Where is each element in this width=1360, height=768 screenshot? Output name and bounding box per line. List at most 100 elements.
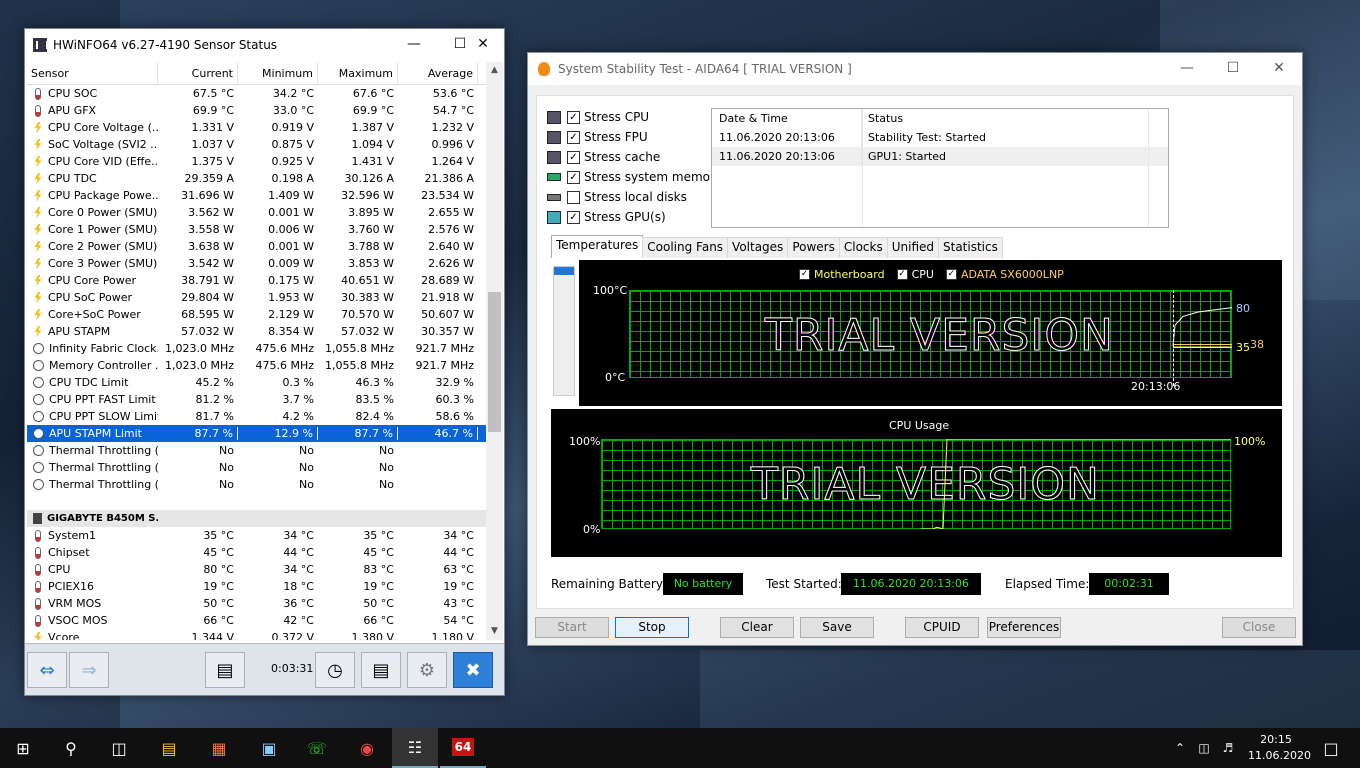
close-button[interactable]: ✕ — [460, 29, 506, 59]
checkbox[interactable]: ✓ — [567, 210, 580, 224]
laptop-icon[interactable]: ▣ — [246, 728, 292, 768]
table-row[interactable]: Core 1 Power (SMU) 3.558 W 0.006 W 3.760 W 2… — [27, 221, 487, 238]
clock-icon[interactable]: ◷ — [315, 652, 355, 688]
stress-option[interactable]: ✓ Stress cache — [547, 148, 660, 166]
tab-temperatures[interactable]: Temperatures — [551, 235, 644, 258]
start-button[interactable]: Start — [535, 617, 609, 638]
table-row[interactable]: CPU Core Voltage (... 1.331 V 0.919 V 1.387… — [27, 119, 487, 136]
table-row[interactable]: System1 35 °C 34 °C 35 °C 34 °C — [27, 527, 487, 544]
preferences-button[interactable]: Preferences — [987, 617, 1061, 638]
legend-adata[interactable]: ✓ ADATA SX6000LNP — [945, 268, 1064, 281]
table-row[interactable]: CPU PPT FAST Limit 81.2 % 3.7 % 83.5 % 60.3 … — [27, 391, 487, 408]
task-view-icon[interactable]: ◫ — [96, 728, 142, 768]
tab-statistics[interactable]: Statistics — [938, 237, 1003, 258]
file-explorer-icon[interactable]: ▤ — [146, 728, 192, 768]
stress-option[interactable]: ✓ Stress system memory — [547, 168, 722, 186]
table-row[interactable]: APU GFX 69.9 °C 33.0 °C 69.9 °C 54.7 °C — [27, 102, 487, 119]
table-row[interactable]: CPU SoC Power 29.804 W 1.953 W 30.383 W 21.9… — [27, 289, 487, 306]
table-row[interactable]: Memory Controller ... 1,023.0 MHz 475.6 MH… — [27, 357, 487, 374]
volume-icon[interactable]: ♬ — [1216, 728, 1240, 768]
hwinfo-taskbar-icon[interactable]: ☷ — [392, 728, 438, 768]
notifications-icon[interactable]: □ — [1308, 728, 1354, 768]
tab-powers[interactable]: Powers — [787, 237, 840, 258]
graph-scrollbar[interactable] — [553, 266, 575, 396]
col-sensor[interactable]: Sensor — [27, 62, 158, 85]
table-row[interactable]: Infinity Fabric Clock... 1,023.0 MHz 475.6… — [27, 340, 487, 357]
table-row[interactable]: Thermal Throttling (... No No No — [27, 476, 487, 493]
checkbox[interactable]: ✓ — [567, 110, 580, 124]
settings-gear-icon[interactable]: ⚙ — [407, 652, 447, 688]
sensor-group-row[interactable]: GIGABYTE B450M S... — [27, 510, 487, 527]
table-row[interactable]: Chipset 45 °C 44 °C 45 °C 44 °C — [27, 544, 487, 561]
table-row[interactable]: CPU SOC 67.5 °C 34.2 °C 67.6 °C 53.6 °C — [27, 85, 487, 102]
cpuid-button[interactable]: CPUID — [905, 617, 979, 638]
network-tray-icon[interactable]: ◫ — [1192, 728, 1216, 768]
col-current[interactable]: Current — [158, 62, 238, 85]
aida-close-bottom-button[interactable]: Close — [1222, 617, 1296, 638]
table-row[interactable]: VRM MOS 50 °C 36 °C 50 °C 43 °C — [27, 595, 487, 612]
stress-option[interactable]: ✓ Stress FPU — [547, 128, 648, 146]
whatsapp-icon[interactable]: ☏ — [294, 728, 340, 768]
table-row[interactable]: VSOC MOS 66 °C 42 °C 66 °C 54 °C — [27, 612, 487, 629]
table-row[interactable]: SoC Voltage (SVI2 ... 1.037 V 0.875 V 1.094… — [27, 136, 487, 153]
checkbox[interactable] — [567, 190, 580, 204]
table-row[interactable]: Thermal Throttling (... No No No — [27, 459, 487, 476]
table-row[interactable]: Core 2 Power (SMU) 3.638 W 0.001 W 3.788 W 2… — [27, 238, 487, 255]
clear-button[interactable]: Clear — [720, 617, 794, 638]
table-row[interactable]: PCIEX16 19 °C 18 °C 19 °C 19 °C — [27, 578, 487, 595]
legend-cpu[interactable]: ✓ CPU — [896, 268, 934, 281]
col-minimum[interactable]: Minimum — [238, 62, 318, 85]
aida-maximize-button[interactable]: ☐ — [1210, 53, 1256, 83]
aida64-taskbar-icon[interactable]: 64 — [440, 728, 486, 768]
table-row[interactable]: CPU PPT SLOW Limit 81.7 % 4.2 % 82.4 % 58.6 … — [27, 408, 487, 425]
close-sensors-icon[interactable]: ✖ — [453, 652, 493, 688]
scroll-down-icon[interactable]: ▼ — [486, 623, 503, 640]
sensor-scrollbar[interactable]: ▲ ▼ — [486, 62, 503, 640]
col-maximum[interactable]: Maximum — [318, 62, 398, 85]
stop-button[interactable]: Stop — [615, 617, 689, 638]
aida-minimize-button[interactable]: — — [1164, 53, 1210, 83]
tray-chevron-icon[interactable]: ⌃ — [1168, 728, 1192, 768]
legend-motherboard[interactable]: ✓ Motherboard — [799, 268, 885, 281]
stress-option[interactable]: ✓ Stress CPU — [547, 108, 649, 126]
table-row[interactable]: Core+SoC Power 68.595 W 2.129 W 70.570 W 50.… — [27, 306, 487, 323]
checkbox[interactable]: ✓ — [567, 150, 580, 164]
tray-clock[interactable]: 20:15 11.06.2020 — [1248, 732, 1311, 764]
table-row[interactable]: APU STAPM Limit 87.7 % 12.9 % 87.7 % 46.7 % — [27, 425, 487, 442]
save-button[interactable]: Save — [800, 617, 874, 638]
table-row[interactable]: CPU Core VID (Effe... 1.375 V 0.925 V 1.431… — [27, 153, 487, 170]
tab-voltages[interactable]: Voltages — [727, 237, 789, 258]
tab-clocks[interactable]: Clocks — [838, 237, 888, 258]
minimize-button[interactable]: — — [391, 29, 437, 59]
checkbox[interactable]: ✓ — [567, 170, 580, 184]
store-icon[interactable]: ▦ — [196, 728, 242, 768]
log-row[interactable]: 11.06.2020 20:13:06 GPU1: Started — [712, 147, 1168, 166]
col-average[interactable]: Average — [398, 62, 478, 85]
log-row[interactable]: 11.06.2020 20:13:06 Stability Test: Star… — [712, 128, 1168, 147]
collapse-arrows-icon[interactable]: ⇒ — [69, 652, 109, 688]
chrome-icon[interactable]: ◉ — [344, 728, 390, 768]
network-icon[interactable]: ▤ — [205, 652, 245, 688]
stress-option[interactable]: ✓ Stress GPU(s) — [547, 208, 666, 226]
stress-option[interactable]: Stress local disks — [547, 188, 687, 206]
table-row[interactable]: APU STAPM 57.032 W 8.354 W 57.032 W 30.357 W — [27, 323, 487, 340]
search-icon[interactable]: ⚲ — [48, 728, 94, 768]
table-row[interactable]: CPU Package Powe... 31.696 W 1.409 W 32.596… — [27, 187, 487, 204]
tab-cooling-fans[interactable]: Cooling Fans — [642, 237, 729, 258]
table-row[interactable]: CPU 80 °C 34 °C 83 °C 63 °C — [27, 561, 487, 578]
table-row[interactable]: Vcore 1.344 V 0.372 V 1.380 V 1.180 V — [27, 629, 487, 640]
table-row[interactable]: Core 0 Power (SMU) 3.562 W 0.001 W 3.895 W 2… — [27, 204, 487, 221]
table-row[interactable]: Core 3 Power (SMU) 3.542 W 0.009 W 3.853 W 2… — [27, 255, 487, 272]
table-row[interactable]: CPU TDC 29.359 A 0.198 A 30.126 A 21.386 A — [27, 170, 487, 187]
table-row[interactable]: Thermal Throttling (... No No No — [27, 442, 487, 459]
table-row[interactable]: CPU Core Power 38.791 W 0.175 W 40.651 W 28.… — [27, 272, 487, 289]
tab-unified[interactable]: Unified — [886, 237, 939, 258]
navigate-arrows-icon[interactable]: ⇔ — [27, 652, 67, 688]
event-log[interactable]: Date & Time Status 11.06.2020 20:13:06 S… — [711, 108, 1169, 228]
log-file-icon[interactable]: ▤ — [361, 652, 401, 688]
aida-close-button[interactable]: ✕ — [1256, 53, 1302, 83]
scroll-up-icon[interactable]: ▲ — [486, 62, 503, 79]
scroll-thumb[interactable] — [488, 292, 501, 432]
graph-scroll-thumb[interactable] — [554, 267, 574, 275]
checkbox[interactable]: ✓ — [567, 130, 580, 144]
